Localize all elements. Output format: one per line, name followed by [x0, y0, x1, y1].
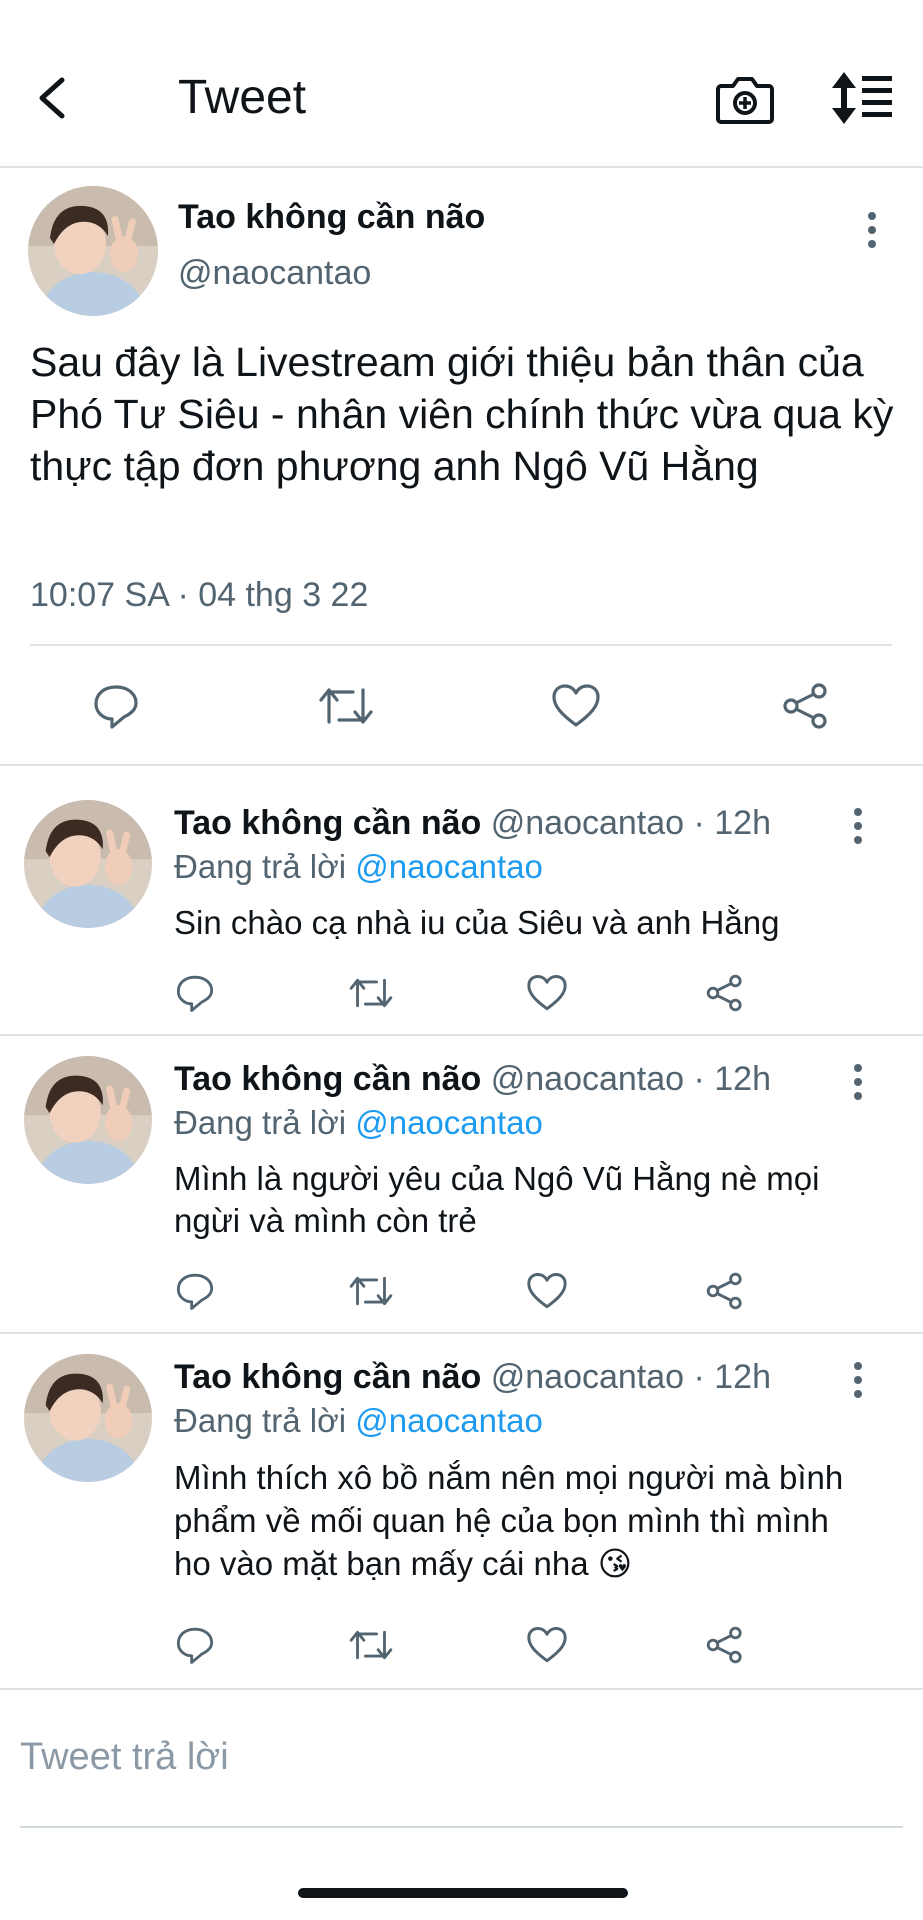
heart-icon [527, 1272, 567, 1309]
reply-icon [176, 1627, 214, 1664]
share-button[interactable] [778, 678, 834, 734]
more-vertical-icon [868, 212, 876, 248]
home-indicator[interactable] [298, 1888, 628, 1898]
author-name[interactable]: Tao không cần não [174, 1358, 481, 1396]
avatar[interactable] [28, 186, 158, 316]
replying-prefix: Đang trả lời [174, 1104, 347, 1141]
retweet-button[interactable] [346, 1622, 396, 1668]
page-title: Tweet [178, 71, 307, 124]
like-button[interactable] [524, 970, 570, 1016]
author-name[interactable]: Tao không cần não [178, 196, 485, 238]
mention-link[interactable]: @naocantao [355, 1104, 543, 1141]
reply-icon [176, 975, 214, 1012]
reply-header: Tao không cần não @naocantao · 12h [174, 1356, 771, 1398]
retweet-icon [349, 978, 393, 1008]
reply-icon [176, 1273, 214, 1310]
reply-header: Tao không cần não @naocantao · 12h [174, 1058, 771, 1100]
compose-underline [20, 1826, 903, 1828]
retweet-icon [349, 1630, 393, 1660]
replying-to: Đang trả lời @naocantao [174, 1102, 543, 1144]
replying-prefix: Đang trả lời [174, 1402, 347, 1439]
author-name[interactable]: Tao không cần não [174, 1060, 481, 1098]
reply-tweet[interactable]: Tao không cần não @naocantao · 12h Đang … [0, 766, 923, 1032]
heart-icon [527, 974, 567, 1011]
divider [0, 1688, 923, 1690]
avatar[interactable] [24, 1056, 152, 1184]
more-options-button[interactable] [860, 210, 884, 250]
replying-to: Đang trả lời @naocantao [174, 1400, 543, 1442]
more-options-button[interactable] [846, 806, 870, 846]
tweet-timestamp: 10:07 SA · 04 thg 3 22 [30, 576, 369, 614]
chevron-left-icon [39, 77, 65, 119]
share-icon [706, 1626, 742, 1664]
reply-icon [94, 685, 138, 729]
heart-icon [552, 684, 600, 727]
like-button[interactable] [548, 678, 604, 734]
divider [30, 644, 892, 646]
reply-button[interactable] [88, 678, 144, 734]
camera-icon [716, 77, 774, 124]
author-name[interactable]: Tao không cần não [174, 804, 481, 842]
reply-compose-input[interactable]: Tweet trả lời [20, 1732, 229, 1782]
sort-icon [832, 72, 892, 124]
like-button[interactable] [524, 1622, 570, 1668]
more-vertical-icon [854, 1064, 862, 1100]
share-icon [706, 974, 742, 1012]
retweet-icon [349, 1276, 393, 1306]
camera-button[interactable] [715, 70, 775, 128]
reply-tweet[interactable]: Tao không cần não @naocantao · 12h Đang … [0, 1036, 923, 1332]
reply-text: Mình là người yêu của Ngô Vũ Hằng nè mọi… [174, 1160, 820, 1239]
author-handle[interactable]: @naocantao [178, 252, 371, 294]
author-handle-time: @naocantao · 12h [490, 1060, 772, 1098]
reply-button[interactable] [172, 1622, 218, 1668]
more-vertical-icon [854, 1362, 862, 1398]
like-button[interactable] [524, 1268, 570, 1314]
share-button[interactable] [702, 970, 748, 1016]
retweet-icon [319, 688, 373, 724]
heart-icon [527, 1626, 567, 1663]
reply-button[interactable] [172, 970, 218, 1016]
retweet-button[interactable] [316, 678, 376, 734]
retweet-button[interactable] [346, 970, 396, 1016]
more-vertical-icon [854, 808, 862, 844]
author-handle-time: @naocantao · 12h [490, 1358, 772, 1396]
top-bar: Tweet [0, 0, 923, 168]
sort-button[interactable] [830, 70, 894, 126]
share-icon [706, 1272, 742, 1310]
tweet-actions [0, 660, 923, 750]
reply-button[interactable] [172, 1268, 218, 1314]
mention-link[interactable]: @naocantao [355, 1402, 543, 1439]
more-options-button[interactable] [846, 1062, 870, 1102]
reply-tweet[interactable]: Tao không cần não @naocantao · 12h Đang … [0, 1334, 923, 1686]
reply-text: Sin chào cạ nhà iu của Siêu và anh Hằng [174, 904, 780, 941]
replying-to: Đang trả lời @naocantao [174, 846, 543, 888]
author-handle-time: @naocantao · 12h [490, 804, 772, 842]
reply-header: Tao không cần não @naocantao · 12h [174, 802, 771, 844]
tweet-text: Sau đây là Livestream giới thiệu bản thâ… [30, 339, 894, 489]
replying-prefix: Đang trả lời [174, 848, 347, 885]
avatar[interactable] [24, 800, 152, 928]
reply-text: Mình thích xô bồ nắm nên mọi người mà bì… [174, 1459, 844, 1582]
share-icon [783, 683, 827, 729]
more-options-button[interactable] [846, 1360, 870, 1400]
share-button[interactable] [702, 1268, 748, 1314]
retweet-button[interactable] [346, 1268, 396, 1314]
back-button[interactable] [32, 66, 76, 130]
mention-link[interactable]: @naocantao [355, 848, 543, 885]
share-button[interactable] [702, 1622, 748, 1668]
avatar[interactable] [24, 1354, 152, 1482]
